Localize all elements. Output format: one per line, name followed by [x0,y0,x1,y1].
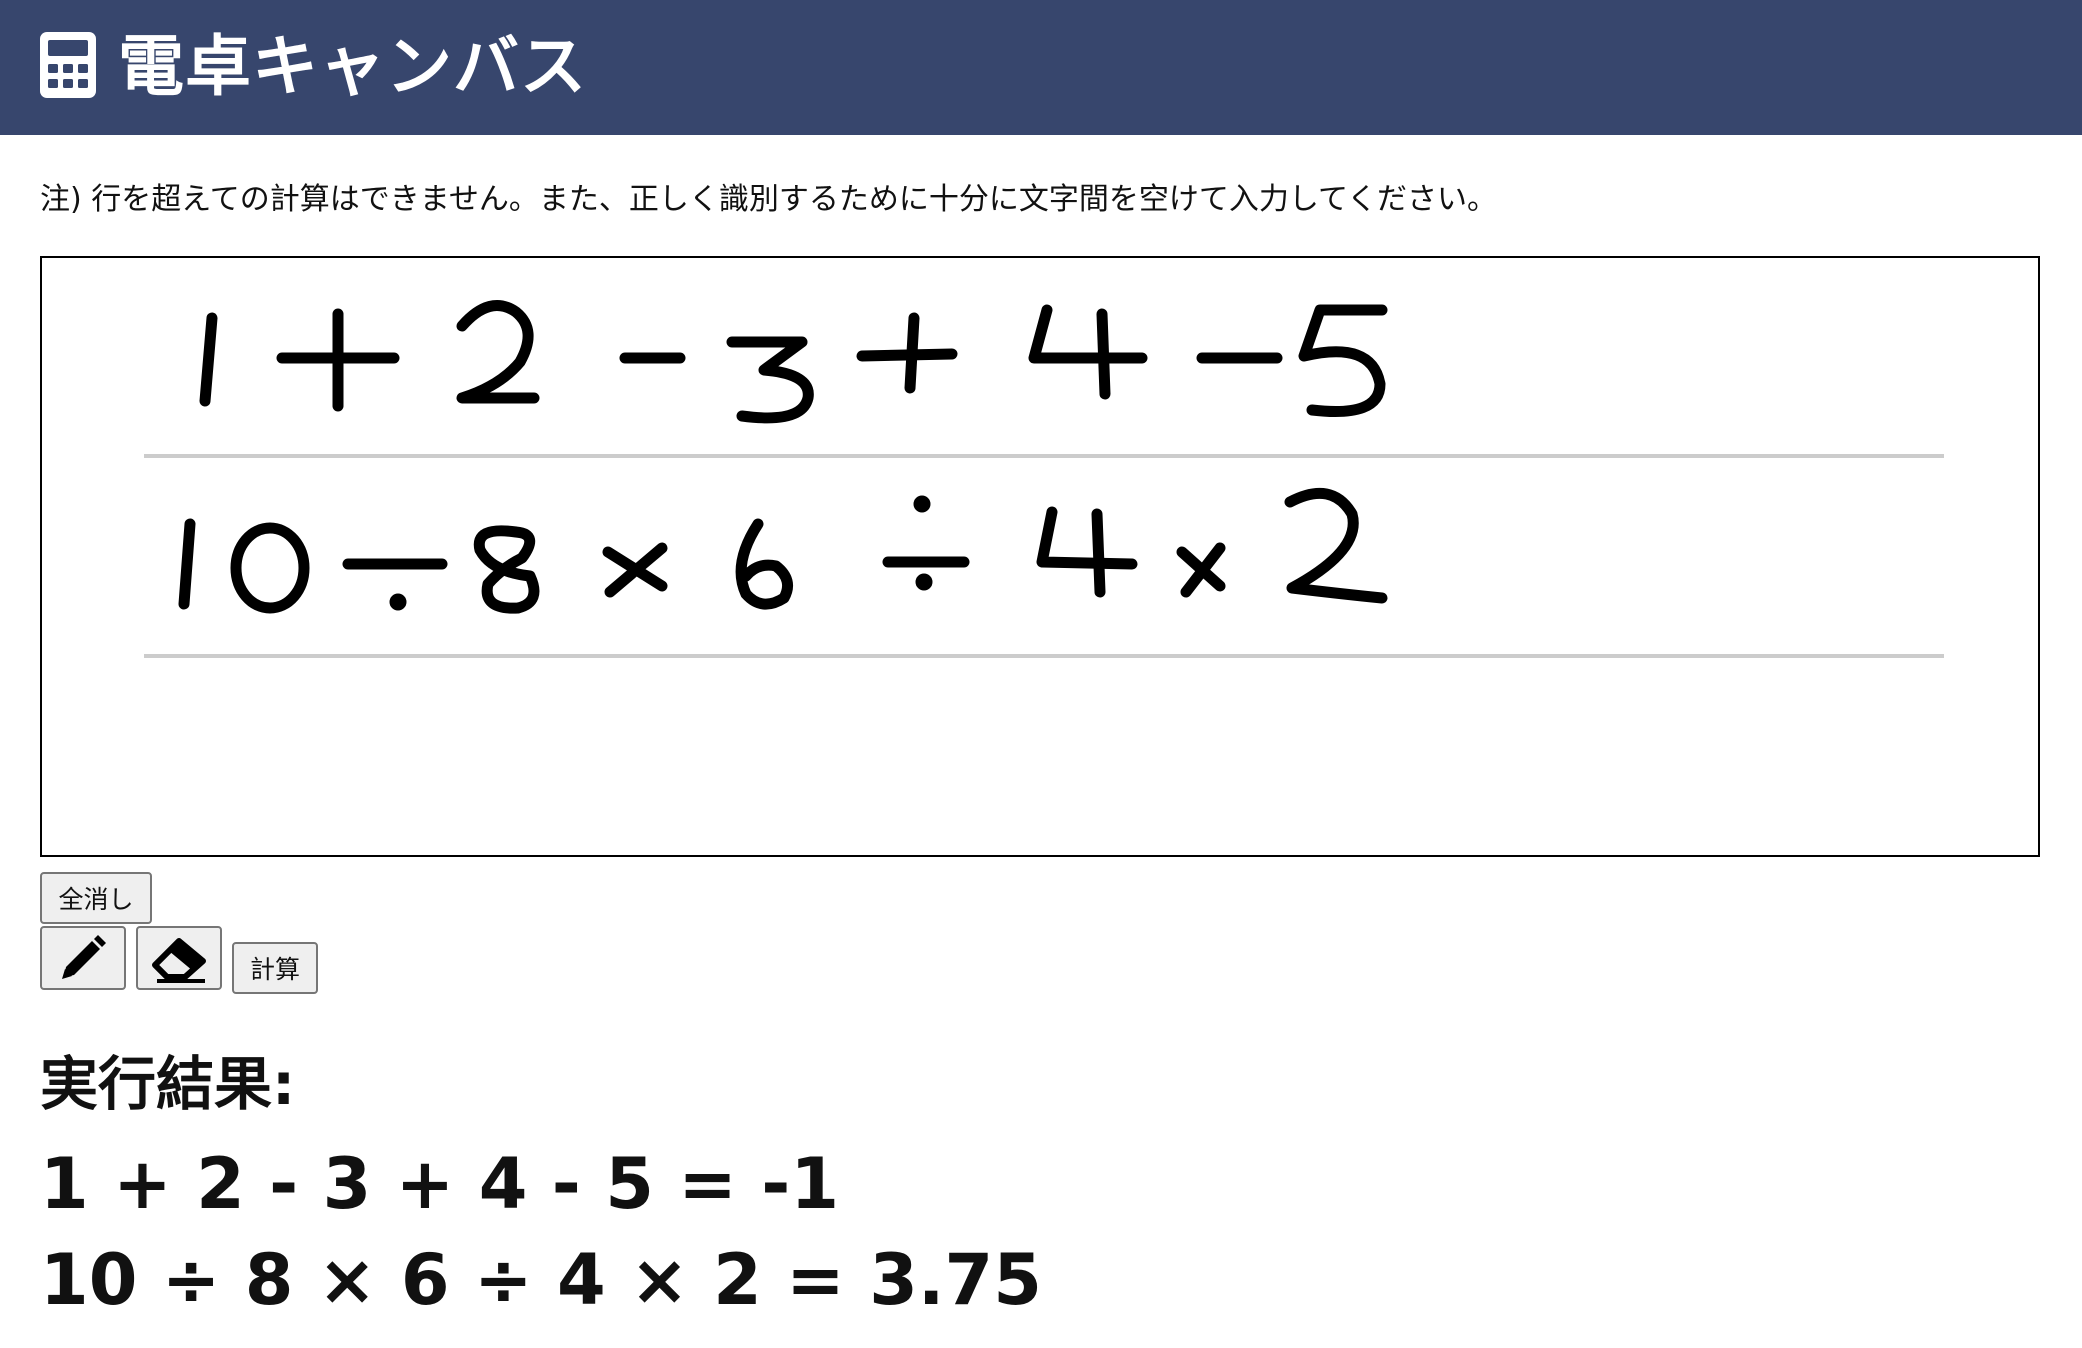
eraser-tool-button[interactable] [136,926,222,990]
result-line: 10 ÷ 8 × 6 ÷ 4 × 2 = 3.75 [40,1239,1042,1321]
pen-tool-button[interactable] [40,926,126,990]
eraser-icon [152,938,206,983]
handwritten-line-2 [178,488,1388,614]
drawing-canvas[interactable] [40,256,2040,857]
usage-note: 注) 行を超えての計算はできません。また、正しく識別するために十分に文字間を空け… [40,182,1498,217]
app-header: 電卓キャンバス [0,0,2082,135]
handwritten-line-1 [199,300,1388,424]
page-title: 電卓キャンバス [118,28,587,105]
clear-all-button[interactable]: 全消し [40,872,152,924]
calculator-icon [40,32,96,98]
pencil-icon [62,935,106,979]
handwriting-layer[interactable] [42,258,2038,855]
calculate-button[interactable]: 計算 [232,942,318,994]
result-line: 1 + 2 - 3 + 4 - 5 = -1 [40,1143,840,1225]
result-heading: 実行結果: [40,1050,296,1118]
